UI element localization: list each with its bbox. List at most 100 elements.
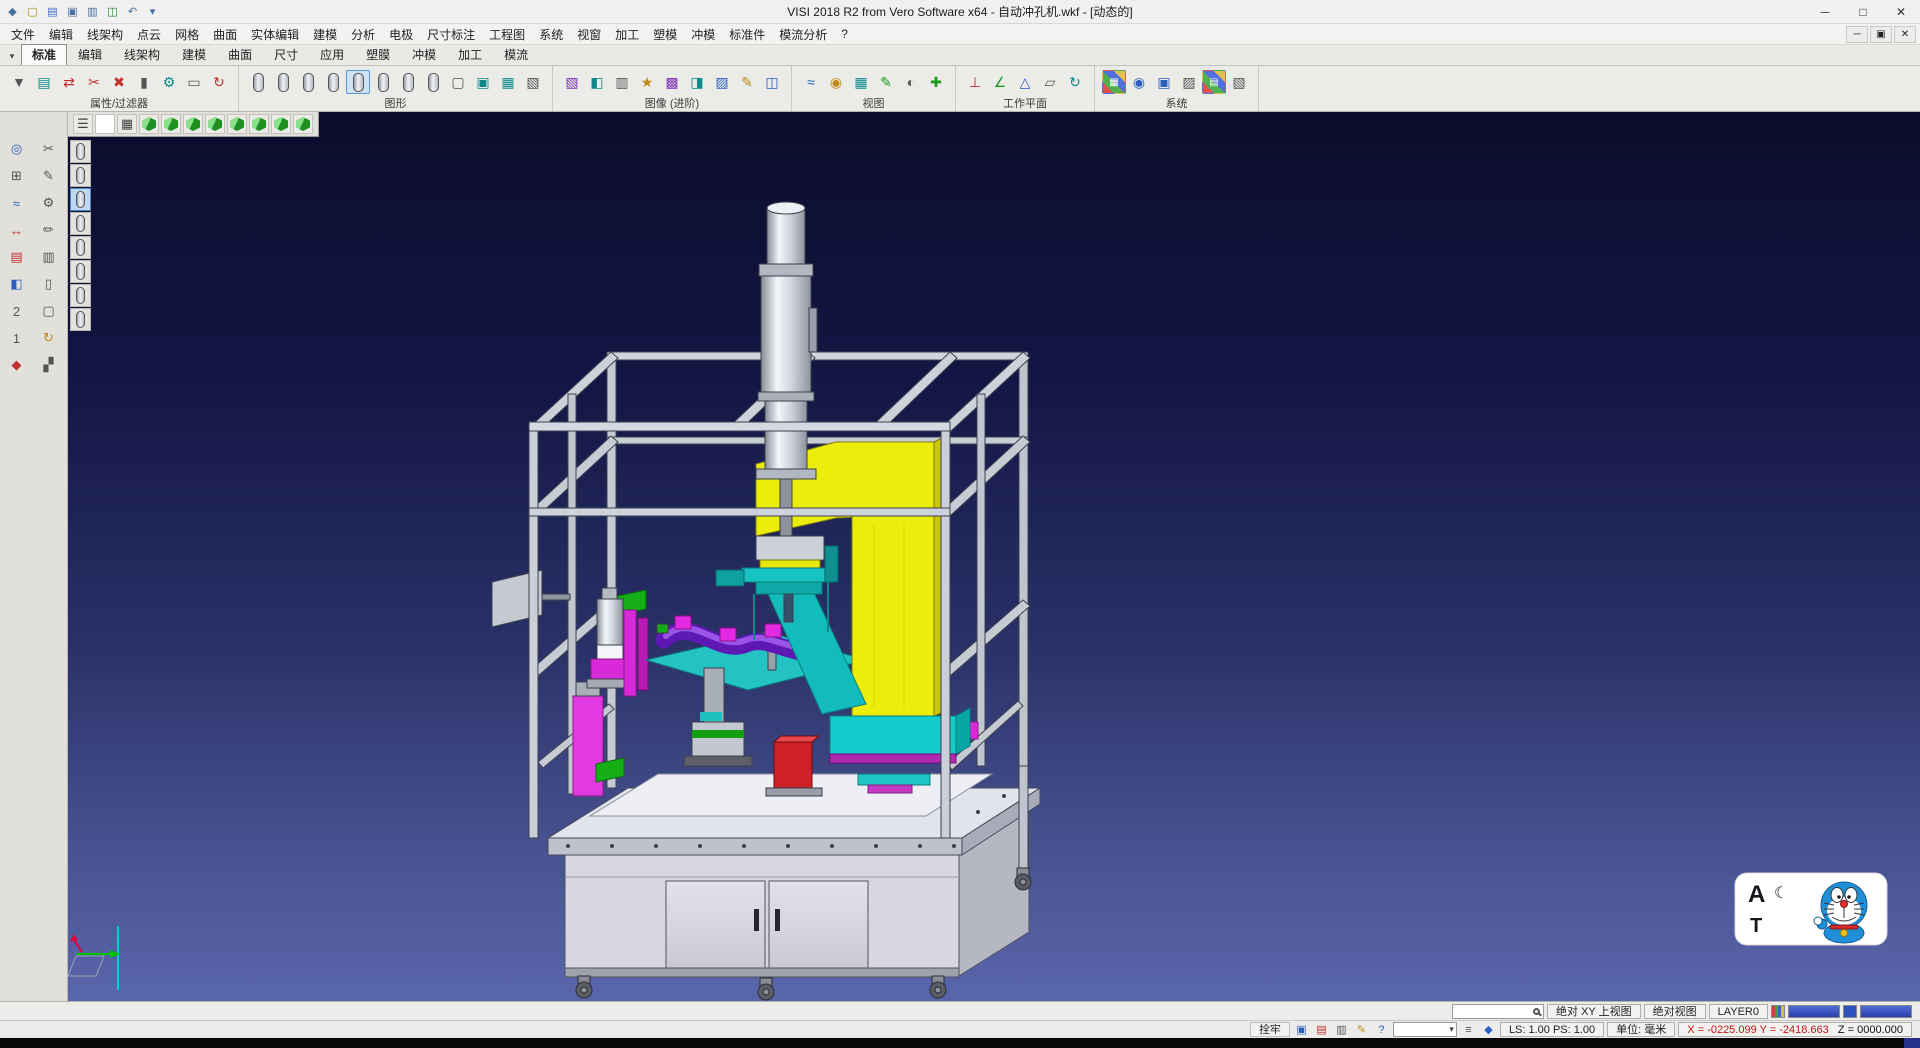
scale-indicator[interactable]: LS: 1.00 PS: 1.00 (1500, 1022, 1604, 1037)
status-tool-icon[interactable]: ◆ (1480, 1022, 1497, 1037)
toolbar-icon[interactable] (346, 70, 370, 94)
filter-toggle-button[interactable] (70, 188, 91, 211)
view-cube-icon[interactable] (293, 114, 313, 134)
menu-item[interactable]: 线架构 (80, 26, 130, 43)
ribbon-tab[interactable]: 曲面 (217, 44, 263, 65)
toolbar-icon[interactable]: ▧ (521, 70, 545, 94)
view-cube-icon[interactable] (161, 114, 181, 134)
status-tool-icon[interactable]: ▣ (1293, 1022, 1310, 1037)
quick-access-icon[interactable]: ◆ (4, 3, 21, 20)
toolbar-icon[interactable]: ⚙ (157, 70, 181, 94)
view-mode-indicator[interactable]: 绝对 XY 上视图 (1547, 1004, 1641, 1019)
window-control-button[interactable]: ─ (1806, 0, 1844, 23)
menu-item[interactable]: 文件 (4, 26, 42, 43)
palette-tool-icon[interactable]: ▞ (37, 354, 61, 376)
menu-item[interactable]: 曲面 (206, 26, 244, 43)
layer-indicator[interactable]: LAYER0 (1709, 1004, 1768, 1019)
palette-tool-icon[interactable]: ▢ (37, 300, 61, 322)
toolbar-icon[interactable]: ≈ (799, 70, 823, 94)
palette-tool-icon[interactable]: ↔ (5, 219, 29, 241)
toolbar-icon[interactable]: ▮ (132, 70, 156, 94)
toolbar-icon[interactable]: ▤ (32, 70, 56, 94)
palette-tool-icon[interactable]: ◎ (5, 138, 29, 160)
toolbar-icon[interactable] (246, 70, 270, 94)
toolbar-icon[interactable]: ◨ (685, 70, 709, 94)
menu-item[interactable]: 标准件 (722, 26, 772, 43)
menu-item[interactable]: 尺寸标注 (420, 26, 482, 43)
view-cube-icon[interactable]: ☰ (73, 114, 93, 134)
filter-toggle-button[interactable] (70, 260, 91, 283)
toolbar-icon[interactable] (271, 70, 295, 94)
filter-toggle-button[interactable] (70, 308, 91, 331)
ribbon-tab[interactable]: 塑膜 (355, 44, 401, 65)
toolbar-icon[interactable]: ✎ (874, 70, 898, 94)
viewport[interactable]: ☰▦ A ☾ T (68, 112, 1920, 1001)
toolbar-icon[interactable]: ▥ (610, 70, 634, 94)
toolbar-icon[interactable]: ★ (635, 70, 659, 94)
view-cube-icon[interactable] (249, 114, 269, 134)
toolbar-icon[interactable] (421, 70, 445, 94)
toolbar-icon[interactable] (371, 70, 395, 94)
toolbar-icon[interactable]: ◫ (760, 70, 784, 94)
palette-tool-icon[interactable]: ⚙ (37, 192, 61, 214)
view-cube-icon[interactable]: ▦ (117, 114, 137, 134)
quick-access-icon[interactable]: ▤ (44, 3, 61, 20)
quick-access-icon[interactable]: ▣ (64, 3, 81, 20)
window-control-button[interactable]: □ (1844, 0, 1882, 23)
toolbar-icon[interactable] (321, 70, 345, 94)
palette-tool-icon[interactable]: ◆ (5, 354, 29, 376)
palette-tool-icon[interactable]: 1 (5, 327, 29, 349)
toolbar-icon[interactable]: ◧ (585, 70, 609, 94)
menu-item[interactable]: 分析 (344, 26, 382, 43)
toolbar-icon[interactable]: ✚ (924, 70, 948, 94)
tab-dropdown-icon[interactable]: ▾ (3, 48, 21, 65)
palette-tool-icon[interactable]: ◧ (5, 273, 29, 295)
toolbar-icon[interactable]: △ (1013, 70, 1037, 94)
quick-access-icon[interactable]: ▾ (144, 3, 161, 20)
toolbar-icon[interactable]: ⊥ (963, 70, 987, 94)
menu-item[interactable]: 编辑 (42, 26, 80, 43)
toolbar-icon[interactable]: ▧ (560, 70, 584, 94)
menu-item[interactable]: 模流分析 (772, 26, 834, 43)
toolbar-icon[interactable]: ✂ (82, 70, 106, 94)
menu-item[interactable]: 点云 (130, 26, 168, 43)
window-control-button[interactable]: ✕ (1882, 0, 1920, 23)
palette-tool-icon[interactable]: ▥ (37, 246, 61, 268)
palette-tool-icon[interactable]: ⊞ (5, 165, 29, 187)
palette-tool-icon[interactable]: ≈ (5, 192, 29, 214)
view-cube-icon[interactable] (205, 114, 225, 134)
toolbar-icon[interactable]: ▣ (1152, 70, 1176, 94)
toolbar-icon[interactable]: ◉ (1127, 70, 1151, 94)
toolbar-icon[interactable]: ▩ (660, 70, 684, 94)
toolbar-icon[interactable]: ▦ (1102, 70, 1126, 94)
mdi-control-button[interactable]: ✕ (1894, 26, 1916, 43)
menu-item[interactable]: ? (834, 27, 855, 41)
snap-lock-toggle[interactable]: 拴牢 (1250, 1022, 1290, 1037)
toolbar-icon[interactable]: ✎ (735, 70, 759, 94)
menu-item[interactable]: 网格 (168, 26, 206, 43)
palette-tool-icon[interactable]: 2 (5, 300, 29, 322)
toolbar-icon[interactable]: ▱ (1038, 70, 1062, 94)
menu-item[interactable]: 加工 (608, 26, 646, 43)
ribbon-tab[interactable]: 建模 (171, 44, 217, 65)
pen-color-chip[interactable] (1843, 1005, 1857, 1018)
palette-tool-icon[interactable]: ✂ (37, 138, 61, 160)
ribbon-tab[interactable]: 应用 (309, 44, 355, 65)
menu-item[interactable]: 建模 (306, 26, 344, 43)
menu-item[interactable]: 系统 (532, 26, 570, 43)
menu-item[interactable]: 视窗 (570, 26, 608, 43)
toolbar-icon[interactable]: ▤ (1202, 70, 1226, 94)
ribbon-tab[interactable]: 编辑 (67, 44, 113, 65)
toolbar-icon[interactable]: ◐ (899, 70, 923, 94)
pen-color-bar[interactable] (1860, 1005, 1912, 1018)
status-combobox[interactable]: ▾ (1393, 1022, 1457, 1037)
palette-tool-icon[interactable]: ✎ (37, 165, 61, 187)
status-tool-icon[interactable]: ✎ (1353, 1022, 1370, 1037)
status-search-box[interactable] (1452, 1004, 1544, 1019)
toolbar-icon[interactable]: ▧ (1227, 70, 1251, 94)
view-cube-icon[interactable] (183, 114, 203, 134)
status-tool-icon[interactable]: ? (1373, 1022, 1390, 1037)
toolbar-icon[interactable]: ▢ (446, 70, 470, 94)
quick-access-icon[interactable]: ▢ (24, 3, 41, 20)
ribbon-tab[interactable]: 标准 (21, 44, 67, 65)
